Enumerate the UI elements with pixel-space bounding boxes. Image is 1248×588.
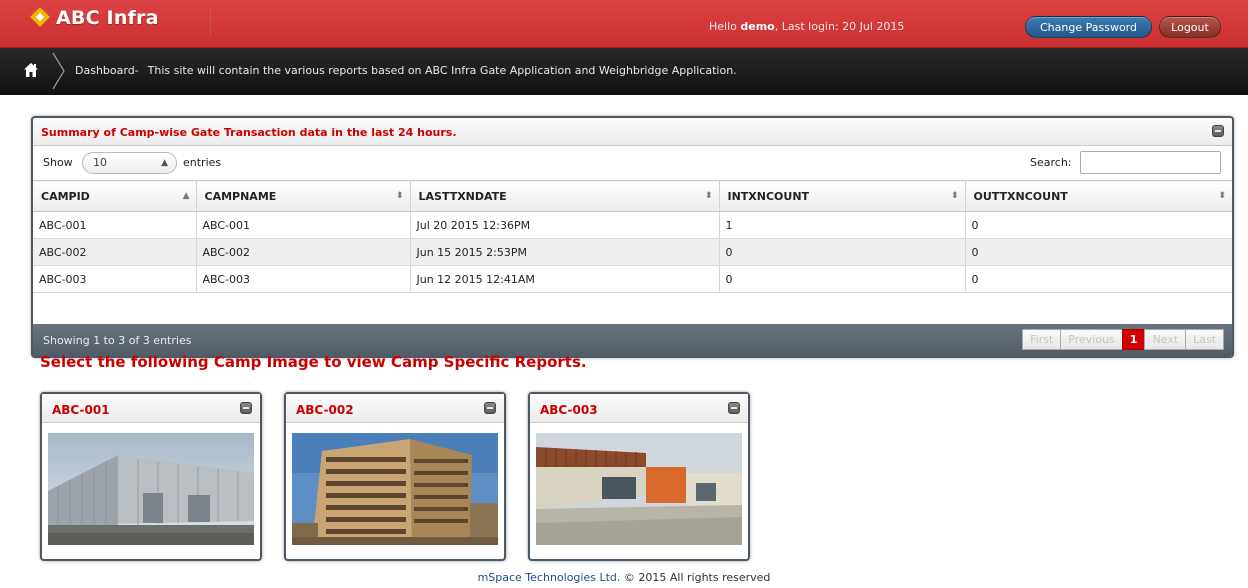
app-title: ABC Infra (56, 7, 159, 29)
select-arrows-icon: ▲ (161, 158, 168, 168)
table-controls: Show 10 ▲ entries Search: (33, 147, 1232, 180)
camp-image-warehouse[interactable] (48, 433, 254, 545)
cell-campid: ABC-003 (33, 265, 197, 293)
greeting-prefix: Hello (709, 20, 741, 33)
breadcrumb-page[interactable]: Dashboard- (75, 64, 139, 77)
camp-card-abc-001[interactable]: ABC-001 (40, 392, 262, 561)
show-label: Show (43, 156, 73, 169)
table-row[interactable]: ABC-003 ABC-003 Jun 12 2015 12:41AM 0 0 (33, 265, 1232, 293)
cell-intxncount: 0 (719, 238, 966, 266)
pager-page-button[interactable]: 1 (1121, 329, 1146, 350)
change-password-button[interactable]: Change Password (1025, 16, 1152, 38)
breadcrumb: Dashboard- This site will contain the var… (0, 48, 1248, 95)
table-footer: Showing 1 to 3 of 3 entries First Previo… (33, 324, 1232, 356)
pager-last-button[interactable]: Last (1185, 329, 1224, 350)
username: demo (740, 20, 775, 33)
search-label: Search: (1030, 156, 1072, 169)
cell-lasttxndate: Jun 12 2015 12:41AM (410, 265, 720, 293)
column-header-outtxncount[interactable]: OUTTXNCOUNT ⬍ (965, 180, 1232, 212)
column-header-campname[interactable]: CAMPNAME ⬍ (196, 180, 411, 212)
last-login: , Last login: 20 Jul 2015 (774, 20, 905, 33)
cell-intxncount: 1 (719, 211, 966, 239)
camp-image-building[interactable] (292, 433, 498, 545)
table-info: Showing 1 to 3 of 3 entries (43, 334, 192, 347)
page-length-value: 10 (93, 156, 107, 169)
app-logo[interactable]: ABC Infra (30, 7, 159, 29)
sort-both-icon: ⬍ (950, 191, 959, 201)
logout-button[interactable]: Logout (1159, 16, 1221, 38)
summary-panel-header: Summary of Camp-wise Gate Transaction da… (33, 118, 1232, 146)
page-length-select[interactable]: 10 ▲ (82, 152, 177, 174)
search-input[interactable] (1080, 151, 1221, 174)
summary-panel: Summary of Camp-wise Gate Transaction da… (31, 116, 1234, 358)
login-greeting: Hello demo, Last login: 20 Jul 2015 (709, 20, 904, 33)
footer-company-link[interactable]: mSpace Technologies Ltd. (478, 571, 621, 584)
cell-campname: ABC-002 (196, 238, 411, 266)
minimize-icon[interactable] (484, 402, 496, 414)
cell-outtxncount: 0 (965, 211, 1232, 239)
cell-outtxncount: 0 (965, 265, 1232, 293)
sort-both-icon: ⬍ (395, 191, 404, 201)
camp-image-facility[interactable] (536, 433, 742, 545)
table-header-row: CAMPID ▲ CAMPNAME ⬍ LASTTXNDATE ⬍ INTXNCOUN… (33, 180, 1232, 212)
cell-intxncount: 0 (719, 265, 966, 293)
cell-outtxncount: 0 (965, 238, 1232, 266)
column-header-lasttxndate[interactable]: LASTTXNDATE ⬍ (410, 180, 720, 212)
cell-lasttxndate: Jun 15 2015 2:53PM (410, 238, 720, 266)
camp-card-abc-003[interactable]: ABC-003 (528, 392, 750, 561)
pagination: First Previous 1 Next Last (1022, 329, 1224, 350)
column-header-intxncount[interactable]: INTXNCOUNT ⬍ (719, 180, 966, 212)
top-header: ABC Infra Hello demo, Last login: 20 Jul… (0, 0, 1248, 48)
minimize-icon[interactable] (1212, 125, 1224, 137)
camp-section-heading: Select the following Camp Image to view … (40, 353, 587, 371)
logo-diamond-icon (30, 7, 50, 28)
entries-label: entries (183, 156, 222, 169)
cell-campname: ABC-003 (196, 265, 411, 293)
cell-lasttxndate: Jul 20 2015 12:36PM (410, 211, 720, 239)
summary-title: Summary of Camp-wise Gate Transaction da… (41, 126, 457, 139)
camp-card-title[interactable]: ABC-002 (296, 403, 354, 417)
camp-card-abc-002[interactable]: ABC-002 (284, 392, 506, 561)
cell-campname: ABC-001 (196, 211, 411, 239)
header-divider (210, 8, 211, 36)
camp-card-title[interactable]: ABC-001 (52, 403, 110, 417)
table-row[interactable]: ABC-001 ABC-001 Jul 20 2015 12:36PM 1 0 (33, 211, 1232, 239)
cell-campid: ABC-001 (33, 211, 197, 239)
page-footer: mSpace Technologies Ltd. © 2015 All righ… (0, 571, 1248, 584)
pager-previous-button[interactable]: Previous (1060, 329, 1123, 350)
pager-next-button[interactable]: Next (1144, 329, 1187, 350)
transactions-table: CAMPID ▲ CAMPNAME ⬍ LASTTXNDATE ⬍ INTXNCOUN… (33, 180, 1232, 293)
column-header-campid[interactable]: CAMPID ▲ (33, 180, 197, 212)
footer-copyright: © 2015 All rights reserved (620, 571, 771, 584)
pager-first-button[interactable]: First (1022, 329, 1062, 350)
sort-asc-icon: ▲ (182, 191, 190, 201)
camp-card-title[interactable]: ABC-003 (540, 403, 598, 417)
sort-both-icon: ⬍ (1218, 191, 1226, 201)
minimize-icon[interactable] (240, 402, 252, 414)
breadcrumb-separator-icon (52, 52, 65, 90)
breadcrumb-description: This site will contain the various repor… (147, 64, 737, 77)
table-row[interactable]: ABC-002 ABC-002 Jun 15 2015 2:53PM 0 0 (33, 238, 1232, 266)
cell-campid: ABC-002 (33, 238, 197, 266)
home-icon[interactable] (23, 62, 39, 78)
minimize-icon[interactable] (728, 402, 740, 414)
sort-both-icon: ⬍ (704, 191, 713, 201)
